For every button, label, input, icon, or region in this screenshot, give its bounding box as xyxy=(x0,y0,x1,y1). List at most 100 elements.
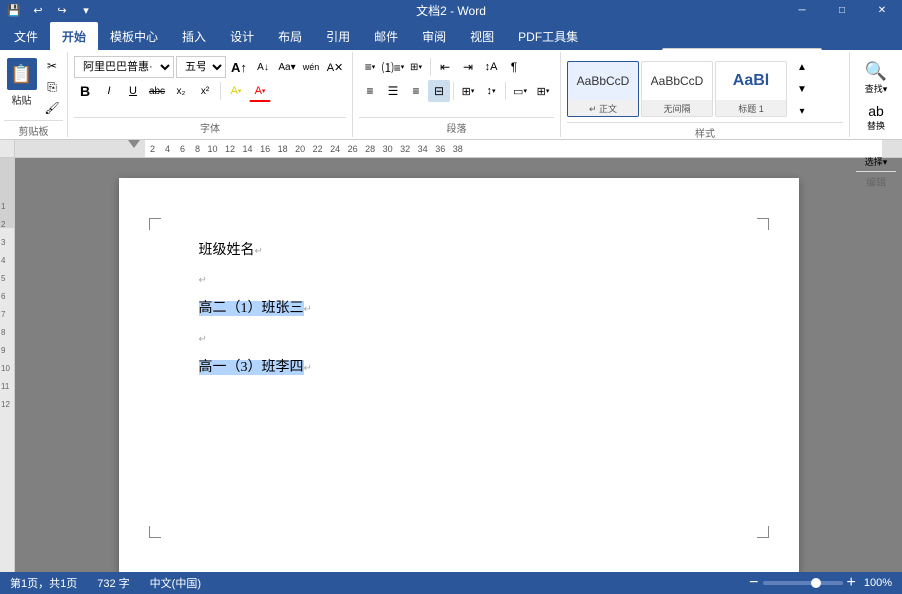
multilevel-list-button[interactable]: ⊞▾ xyxy=(405,56,427,78)
columns-button[interactable]: ⊞▾ xyxy=(457,80,479,102)
line-end-5: ↵ xyxy=(304,363,312,374)
italic-button[interactable]: I xyxy=(98,80,120,102)
shading-button[interactable]: ▭▾ xyxy=(509,80,531,102)
bold-button[interactable]: B xyxy=(74,80,96,102)
copy-button[interactable]: ⎘ xyxy=(41,77,63,97)
zoom-level-text: 100% xyxy=(864,577,892,589)
replace-button[interactable]: ab 替换 xyxy=(856,100,896,135)
line-end-2: ↵ xyxy=(199,275,207,286)
maximize-button[interactable]: □ xyxy=(822,0,862,20)
style-normal-preview: AaBbCcD xyxy=(568,62,638,100)
numbering-button[interactable]: ⑴≡▾ xyxy=(382,56,404,78)
separator xyxy=(505,82,506,100)
tab-references[interactable]: 引用 xyxy=(314,22,362,50)
shrink-font-button[interactable]: A↓ xyxy=(252,56,274,78)
styles-scroll-up[interactable]: ▲ xyxy=(791,56,813,78)
tab-template[interactable]: 模板中心 xyxy=(98,22,170,50)
clipboard-group: 📋 粘贴 ✂ ⎘ 🖌 剪贴板 xyxy=(0,52,68,137)
clipboard-group-label: 剪贴板 xyxy=(4,120,63,140)
document-page: 班级姓名↵ ↵ 高二（1）班张三↵ ↵ 高一（3）班李四↵ xyxy=(119,178,799,572)
ruler-indent-marker[interactable] xyxy=(128,140,140,148)
subscript-button[interactable]: x₂ xyxy=(170,80,192,102)
tab-home[interactable]: 开始 xyxy=(50,22,98,50)
tab-review[interactable]: 审阅 xyxy=(410,22,458,50)
increase-indent-button[interactable]: ⇥ xyxy=(457,56,479,78)
doc-line-3[interactable]: 高二（1）班张三↵ xyxy=(199,296,719,321)
doc-line-2[interactable]: ↵ xyxy=(199,267,719,292)
zoom-out-button[interactable]: − xyxy=(749,574,758,592)
zoom-thumb[interactable] xyxy=(811,578,821,588)
paste-icon: 📋 xyxy=(7,58,37,90)
font-group-label: 字体 xyxy=(74,117,346,137)
zoom-slider[interactable] xyxy=(763,581,843,585)
cut-copy-format-buttons: ✂ ⎘ 🖌 xyxy=(41,56,63,118)
borders-button[interactable]: ⊞▾ xyxy=(532,80,554,102)
save-button[interactable]: 💾 xyxy=(4,2,24,18)
highlight-button[interactable]: A▾ xyxy=(225,80,247,102)
styles-scroll-buttons: ▲ ▼ ▾ xyxy=(791,56,813,122)
doc-line-1[interactable]: 班级姓名↵ xyxy=(199,238,719,263)
find-button[interactable]: 🔍 查找▾ xyxy=(856,56,896,100)
redo-button[interactable]: ↪ xyxy=(52,2,72,18)
doc-line-5[interactable]: 高一（3）班李四↵ xyxy=(199,355,719,380)
line-spacing-button[interactable]: ↕▾ xyxy=(480,80,502,102)
styles-scroll-down[interactable]: ▼ xyxy=(791,78,813,100)
paste-label: 粘贴 xyxy=(12,92,32,107)
tab-view[interactable]: 视图 xyxy=(458,22,506,50)
ruler-margin-left xyxy=(15,140,145,157)
ribbon-tabs: 文件 开始 模板中心 插入 设计 布局 引用 邮件 审阅 视图 PDF工具集 🔍… xyxy=(0,20,902,50)
corner-mark-tr xyxy=(757,218,769,230)
zoom-in-button[interactable]: + xyxy=(847,574,856,592)
strikethrough-button[interactable]: abc xyxy=(146,80,168,102)
align-right-button[interactable]: ≡ xyxy=(405,80,427,102)
format-painter-button[interactable]: 🖌 xyxy=(41,98,63,118)
styles-expand[interactable]: ▾ xyxy=(791,100,813,122)
corner-mark-br xyxy=(757,526,769,538)
align-justify-button[interactable]: ⊟ xyxy=(428,80,450,102)
tab-design[interactable]: 设计 xyxy=(218,22,266,50)
window-controls: ─ □ ✕ xyxy=(782,0,902,20)
font-color-button[interactable]: A▾ xyxy=(249,80,271,102)
ruler-area: 2 4 6 8 10 12 14 16 18 20 22 24 26 28 30… xyxy=(0,140,902,158)
status-bar: 第1页，共1页 732 字 中文(中国) − + 100% xyxy=(0,572,902,594)
show-marks-button[interactable]: ¶ xyxy=(503,56,525,78)
cut-button[interactable]: ✂ xyxy=(41,56,63,76)
clear-format-button[interactable]: A✕ xyxy=(324,56,346,78)
quick-access-dropdown[interactable]: ▾ xyxy=(76,2,96,18)
font-size-select[interactable]: 五号 xyxy=(176,56,226,78)
font-group: 阿里巴巴普惠· 五号 A↑ A↓ Aa▾ wén A✕ B I U abc x₂… xyxy=(68,52,353,137)
ruler-margin-right xyxy=(882,140,902,157)
close-button[interactable]: ✕ xyxy=(862,0,902,20)
vruler-top-margin xyxy=(0,158,14,198)
sort-button[interactable]: ↕A xyxy=(480,56,502,78)
font-name-select[interactable]: 阿里巴巴普惠· xyxy=(74,56,174,78)
underline-button[interactable]: U xyxy=(122,80,144,102)
tab-file[interactable]: 文件 xyxy=(2,22,50,50)
separator xyxy=(430,58,431,76)
horizontal-ruler: 2 4 6 8 10 12 14 16 18 20 22 24 26 28 30… xyxy=(15,140,902,157)
change-case-button[interactable]: Aa▾ xyxy=(276,56,298,78)
tab-pdf[interactable]: PDF工具集 xyxy=(506,22,590,50)
undo-button[interactable]: ↩ xyxy=(28,2,48,18)
ruler-numbers: 2 4 6 8 10 12 14 16 18 20 22 24 26 28 30… xyxy=(145,144,463,154)
style-no-space-preview: AaBbCcD xyxy=(642,62,712,100)
doc-line-4[interactable]: ↵ xyxy=(199,326,719,351)
grow-font-button[interactable]: A↑ xyxy=(228,56,250,78)
style-no-space[interactable]: AaBbCcD 无间隔 xyxy=(641,61,713,117)
paste-button[interactable]: 📋 粘贴 xyxy=(4,56,39,109)
document-content[interactable]: 班级姓名↵ ↵ 高二（1）班张三↵ ↵ 高一（3）班李四↵ xyxy=(199,238,719,380)
tab-layout[interactable]: 布局 xyxy=(266,22,314,50)
pinyin-button[interactable]: wén xyxy=(300,56,322,78)
line-end-3: ↵ xyxy=(304,304,312,315)
align-left-button[interactable]: ≡ xyxy=(359,80,381,102)
scroll-container[interactable]: 班级姓名↵ ↵ 高二（1）班张三↵ ↵ 高一（3）班李四↵ xyxy=(15,158,902,572)
tab-insert[interactable]: 插入 xyxy=(170,22,218,50)
tab-mail[interactable]: 邮件 xyxy=(362,22,410,50)
style-heading1[interactable]: AaBl 标题 1 xyxy=(715,61,787,117)
align-center-button[interactable]: ☰ xyxy=(382,80,404,102)
style-normal[interactable]: AaBbCcD ↵ 正文 xyxy=(567,61,639,117)
decrease-indent-button[interactable]: ⇤ xyxy=(434,56,456,78)
minimize-button[interactable]: ─ xyxy=(782,0,822,20)
bullets-button[interactable]: ≡▾ xyxy=(359,56,381,78)
superscript-button[interactable]: x² xyxy=(194,80,216,102)
